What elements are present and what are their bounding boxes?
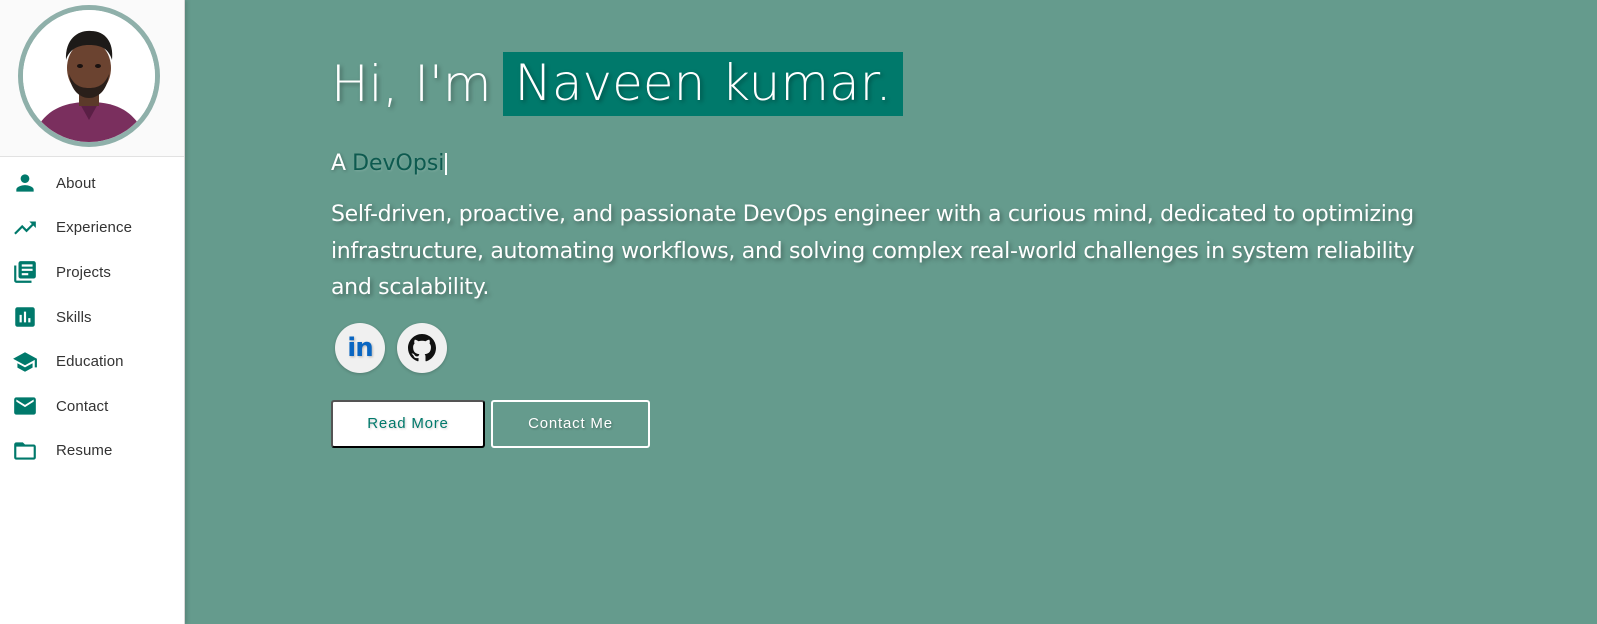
sidebar: About Experience Projects Skills Educati…: [0, 0, 185, 624]
sidebar-item-education[interactable]: Education: [0, 339, 184, 384]
github-icon: [408, 333, 436, 361]
hero-name: Naveen kumar.: [503, 52, 903, 116]
sidebar-item-about[interactable]: About: [0, 161, 184, 206]
bar-chart-icon: [12, 304, 38, 330]
contact-me-button[interactable]: Contact Me: [491, 399, 650, 448]
read-more-button[interactable]: Read More: [331, 399, 485, 448]
github-link[interactable]: [397, 322, 447, 373]
sidebar-item-label: Contact: [56, 397, 109, 415]
sidebar-item-projects[interactable]: Projects: [0, 250, 184, 295]
sidebar-item-label: Resume: [56, 442, 113, 460]
sidebar-item-contact[interactable]: Contact: [0, 384, 184, 429]
sidebar-item-label: Projects: [56, 263, 111, 281]
hero-section: Hi, I'm Naveen kumar. A DevOpsi Self-dri…: [185, 0, 1597, 624]
greeting-prefix: Hi, I'm: [331, 55, 492, 113]
social-links: in: [331, 322, 1431, 373]
linkedin-link[interactable]: in: [335, 322, 385, 373]
sidebar-item-skills[interactable]: Skills: [0, 295, 184, 340]
school-icon: [12, 349, 38, 375]
hero-description: Self-driven, proactive, and passionate D…: [331, 202, 1415, 300]
role-typed-text: DevOpsi: [352, 151, 445, 176]
library-books-icon: [12, 259, 38, 285]
sidebar-item-resume[interactable]: Resume: [0, 429, 184, 474]
email-icon: [12, 393, 38, 419]
hero-actions: Read More Contact Me: [331, 399, 1431, 448]
avatar: [18, 5, 160, 147]
role-line: A DevOpsi: [331, 149, 1431, 179]
typing-cursor: [445, 153, 448, 175]
folder-icon: [12, 438, 38, 464]
hero-greeting: Hi, I'm Naveen kumar.: [331, 52, 1431, 116]
sidebar-nav: About Experience Projects Skills Educati…: [0, 157, 184, 473]
sidebar-item-label: Experience: [56, 219, 133, 237]
sidebar-item-label: About: [56, 174, 96, 192]
sidebar-item-experience[interactable]: Experience: [0, 206, 184, 251]
profile-photo: [23, 10, 155, 142]
person-icon: [12, 170, 38, 196]
trending-up-icon: [12, 215, 38, 241]
linkedin-icon: in: [347, 332, 373, 363]
sidebar-item-label: Education: [56, 353, 124, 371]
sidebar-item-label: Skills: [56, 308, 92, 326]
hero-content: Hi, I'm Naveen kumar. A DevOpsi Self-dri…: [331, 52, 1431, 448]
profile-header: [0, 0, 184, 157]
role-prefix: A: [331, 151, 347, 176]
